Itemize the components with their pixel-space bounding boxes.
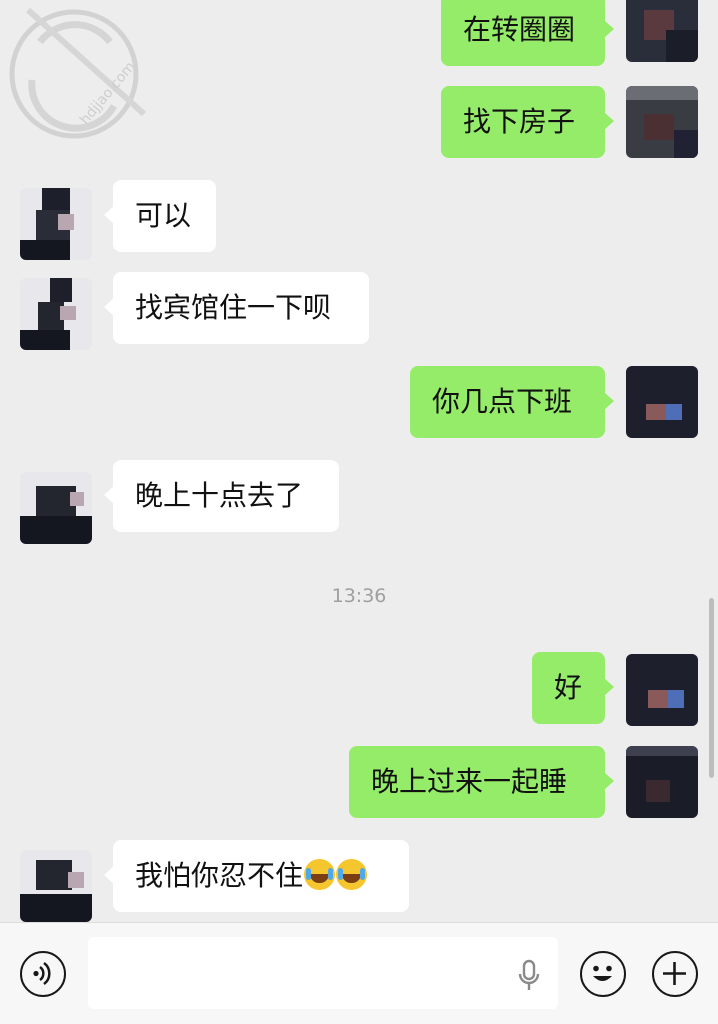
my-avatar[interactable] [626,0,698,62]
message-bubble-incoming[interactable]: 可以 [104,180,216,252]
message-bubble-incoming[interactable]: 晚上十点去了 [104,460,339,532]
message-bubble-incoming[interactable]: 找宾馆住一下呗 [104,272,369,344]
microphone-icon[interactable] [516,959,542,993]
my-avatar[interactable] [626,86,698,158]
message-bubble-outgoing[interactable]: 好 [532,652,614,724]
my-avatar[interactable] [626,746,698,818]
message-bubble-outgoing[interactable]: 晚上过来一起睡 [349,746,614,818]
my-avatar[interactable] [626,654,698,726]
contact-avatar[interactable] [20,188,92,260]
plus-icon[interactable] [652,951,698,997]
crying-laughing-emoji-icon [304,859,336,890]
message-bubble-outgoing[interactable]: 你几点下班 [410,366,614,438]
message-input[interactable] [88,937,558,1009]
site-watermark: hdjjao.com [9,7,147,139]
crying-laughing-emoji-icon [336,859,368,890]
input-bar [0,922,718,1024]
message-bubble-outgoing[interactable]: 找下房子 [441,86,614,158]
my-avatar[interactable] [626,366,698,438]
message-text: 我怕你忍不住 [135,859,304,892]
scrollbar[interactable] [709,598,714,778]
watermark-text: hdjjao.com [77,59,139,128]
contact-avatar[interactable] [20,472,92,544]
contact-avatar[interactable] [20,850,92,922]
timestamp: 13:36 [331,585,387,607]
contact-avatar[interactable] [20,278,92,350]
message-bubble-incoming[interactable]: 我怕你忍不住 [104,840,409,912]
message-bubble-outgoing[interactable]: 在转圈圈 [441,0,614,66]
smiley-icon[interactable] [580,951,626,997]
chat-area[interactable]: hdjjao.com 在转圈圈 找下房子 可以 找宾馆住一下呗 你几点下班 晚上… [0,0,718,922]
voice-mode-icon[interactable] [20,951,66,997]
